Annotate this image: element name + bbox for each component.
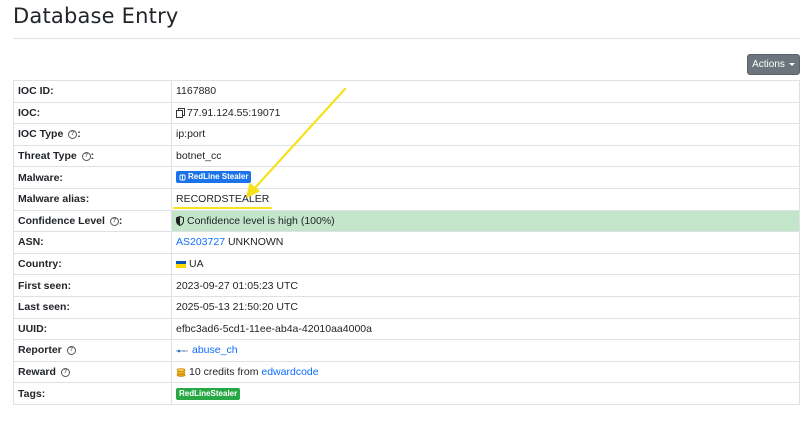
reward-text: 10 credits from	[189, 366, 259, 379]
first-seen-label: First seen:	[13, 274, 172, 297]
malware-badge-label: RedLine Stealer	[188, 172, 249, 182]
malware-alias-highlight: RECORDSTEALER	[173, 193, 273, 210]
malware-alias-value: RECORDSTEALER	[176, 193, 270, 206]
confidence-label: Confidence Level	[18, 214, 105, 227]
tag-badge[interactable]: RedLineStealer	[176, 388, 241, 401]
row-malware: Malware: RedLine Stealer	[13, 166, 800, 189]
entry-table: IOC ID: 1167880 IOC: 77.91.124.55:19071 …	[13, 80, 800, 405]
last-seen-label: Last seen:	[13, 295, 172, 319]
uuid-label: UUID:	[13, 317, 172, 341]
malware-alias-label: Malware alias:	[13, 187, 172, 211]
first-seen-value: 2023-09-27 01:05:23 UTC	[171, 274, 800, 297]
row-tags: Tags: RedLineStealer	[13, 382, 800, 405]
asn-label: ASN:	[13, 231, 172, 254]
info-icon[interactable]: ?	[60, 367, 70, 377]
tags-label: Tags:	[13, 382, 172, 405]
info-icon[interactable]: ?	[81, 151, 91, 161]
ioc-value: 77.91.124.55:19071	[187, 106, 281, 119]
shield-icon	[176, 216, 184, 227]
ioc-type-label: IOC Type	[18, 128, 64, 141]
country-label: Country:	[13, 252, 172, 276]
row-reporter: Reporter ? abuse_ch	[13, 339, 800, 362]
ioc-id-value: 1167880	[171, 80, 800, 103]
coins-icon	[176, 368, 186, 378]
title-divider	[13, 38, 800, 39]
reporter-icon	[176, 349, 188, 352]
reporter-label: Reporter	[18, 344, 62, 357]
info-icon[interactable]: ?	[68, 130, 78, 140]
asn-link[interactable]: AS203727	[176, 236, 225, 248]
row-ioc-id: IOC ID: 1167880	[13, 80, 800, 103]
ioc-id-label: IOC ID:	[13, 80, 172, 103]
asn-value: UNKNOWN	[227, 236, 284, 249]
threat-type-label: Threat Type	[18, 150, 77, 163]
malware-icon	[179, 174, 186, 181]
row-ioc: IOC: 77.91.124.55:19071	[13, 101, 800, 125]
row-threat-type: Threat Type ?: botnet_cc	[13, 144, 800, 168]
threat-type-value: botnet_cc	[171, 144, 800, 168]
row-first-seen: First seen: 2023-09-27 01:05:23 UTC	[13, 274, 800, 297]
copy-icon[interactable]	[176, 108, 185, 119]
last-seen-value: 2025-05-13 21:50:20 UTC	[171, 295, 800, 319]
row-uuid: UUID: efbc3ad6-5cd1-11ee-ab4a-42010aa400…	[13, 317, 800, 341]
reporter-link[interactable]: abuse_ch	[192, 344, 238, 356]
info-icon[interactable]: ?	[109, 216, 119, 226]
row-asn: ASN: AS203727 UNKNOWN	[13, 231, 800, 254]
country-value: UA	[189, 258, 204, 271]
confidence-value: Confidence level is high (100%)	[187, 214, 335, 227]
page-title: Database Entry	[13, 4, 179, 28]
reward-user-link[interactable]: edwardcode	[261, 366, 318, 378]
reward-label: Reward	[18, 366, 56, 379]
ua-flag-icon	[176, 260, 186, 268]
row-confidence: Confidence Level ?: Confidence level is …	[13, 209, 800, 233]
row-ioc-type: IOC Type ?: ip:port	[13, 123, 800, 146]
row-reward: Reward ? 10 credits from edwardcode	[13, 360, 800, 384]
ioc-label: IOC:	[13, 101, 172, 125]
ioc-type-value: ip:port	[171, 123, 800, 146]
actions-label: Actions	[752, 59, 785, 70]
malware-badge[interactable]: RedLine Stealer	[176, 171, 252, 184]
annotation-underline	[173, 207, 273, 210]
malware-label: Malware:	[13, 166, 172, 189]
info-icon[interactable]: ?	[66, 346, 76, 356]
actions-button[interactable]: Actions	[747, 54, 800, 75]
caret-down-icon	[788, 63, 795, 66]
row-country: Country: UA	[13, 252, 800, 276]
uuid-value: efbc3ad6-5cd1-11ee-ab4a-42010aa4000a	[171, 317, 800, 341]
row-malware-alias: Malware alias: RECORDSTEALER	[13, 187, 800, 211]
row-last-seen: Last seen: 2025-05-13 21:50:20 UTC	[13, 295, 800, 319]
